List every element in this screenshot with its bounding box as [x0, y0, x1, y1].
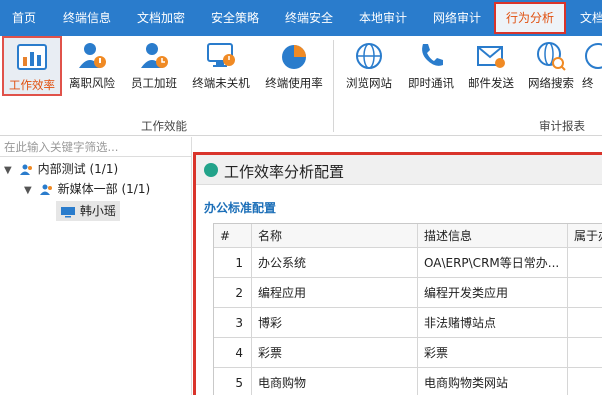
tree-label: 内部测试 (1/1) [37, 162, 119, 176]
ribbon-toolbar: 工作效率 离职风险 员工加班 终端未关机 终端使用率 浏览网站 即时通讯 邮件发… [0, 36, 602, 136]
bar-chart-icon [17, 44, 47, 70]
left-tree-panel: 在此输入关键字筛选... ▼ 内部测试 (1/1) ▼ 新媒体一部 (1/1) … [0, 137, 192, 395]
globe-search-icon [537, 42, 566, 71]
cell-name: 博彩 [252, 308, 418, 338]
terminal-usage-label: 终端使用率 [265, 76, 323, 90]
menu-local-audit[interactable]: 本地审计 [359, 0, 407, 36]
cell-name: 彩票 [252, 338, 418, 368]
menu-security-policy[interactable]: 安全策略 [211, 0, 259, 36]
chevron-down-icon[interactable]: ▼ [4, 161, 16, 181]
cell-name: 电商购物 [252, 368, 418, 395]
phone-icon [422, 44, 443, 66]
cell-belongs[interactable] [568, 308, 602, 338]
user-clock-icon [141, 43, 168, 68]
tree-label: 新媒体一部 (1/1) [57, 182, 151, 196]
group-users-icon [19, 164, 32, 175]
col-header-description[interactable]: 描述信息 [418, 224, 568, 248]
cell-description: 彩票 [418, 338, 568, 368]
terminal-label: 终 [582, 76, 594, 90]
overtime-label: 员工加班 [131, 76, 177, 90]
ribbon-group-separator [333, 40, 334, 132]
menu-network-audit[interactable]: 网络审计 [433, 0, 481, 36]
tree-node-han-xiaoyao[interactable]: 韩小瑶 [56, 201, 120, 221]
resignation-risk-label: 离职风险 [69, 76, 115, 90]
cell-belongs[interactable] [568, 338, 602, 368]
cell-belongs[interactable] [568, 278, 602, 308]
tree-label: 韩小瑶 [79, 204, 116, 218]
cell-description: 电商购物类网站 [418, 368, 568, 395]
terminal-icon [585, 43, 602, 69]
menu-home[interactable]: 首页 [12, 0, 36, 36]
cell-name: 编程应用 [252, 278, 418, 308]
efficiency-config-dialog: 工作效率分析配置 办公标准配置 # 名称 描述信息 属于办 1 办公系统 OA\… [193, 152, 602, 395]
cell-description: 非法赌博站点 [418, 308, 568, 338]
top-menu-bar: 首页 终端信息 文档加密 安全策略 终端安全 本地审计 网络审计 行为分析 文档 [0, 0, 602, 36]
terminal-button-partial[interactable]: 终 [582, 36, 602, 96]
web-search-label: 网络搜索 [528, 76, 574, 90]
menu-doc-encryption[interactable]: 文档加密 [137, 0, 185, 36]
dialog-title-bar[interactable]: 工作效率分析配置 [196, 155, 602, 185]
work-efficiency-label: 工作效率 [9, 78, 55, 92]
col-header-belongs[interactable]: 属于办 [568, 224, 602, 248]
tree-node-internal-test[interactable]: ▼ 内部测试 (1/1) [4, 159, 118, 179]
terminal-not-shutdown-button[interactable]: 终端未关机 [186, 36, 256, 96]
cell-index: 4 [214, 338, 252, 368]
user-warning-icon [79, 43, 106, 68]
section-heading: 办公标准配置 [204, 201, 277, 215]
browse-web-label: 浏览网站 [346, 76, 392, 90]
instant-messaging-label: 即时通讯 [408, 76, 454, 90]
monitor-power-icon [207, 43, 235, 67]
filter-search-input[interactable]: 在此输入关键字筛选... [0, 137, 192, 157]
chevron-down-icon[interactable]: ▼ [24, 181, 36, 201]
cell-description: OA\ERP\CRM等日常办... [418, 248, 568, 278]
menu-terminal-security[interactable]: 终端安全 [285, 0, 333, 36]
globe-icon [356, 43, 382, 69]
mail-send-icon [477, 46, 505, 68]
col-header-index[interactable]: # [214, 224, 252, 248]
dialog-title: 工作效率分析配置 [224, 163, 345, 181]
menu-behavior-analysis[interactable]: 行为分析 [494, 2, 567, 34]
terminal-not-shutdown-label: 终端未关机 [192, 76, 250, 90]
overtime-button[interactable]: 员工加班 [124, 36, 184, 96]
computer-icon [61, 206, 75, 217]
menu-terminal-info[interactable]: 终端信息 [63, 0, 111, 36]
group-users-icon [39, 184, 52, 195]
menu-documents[interactable]: 文档 [580, 0, 602, 36]
app-logo-icon [204, 163, 218, 177]
terminal-usage-button[interactable]: 终端使用率 [258, 36, 330, 96]
cell-belongs[interactable] [568, 368, 602, 395]
app-window: 首页 终端信息 文档加密 安全策略 终端安全 本地审计 网络审计 行为分析 文档… [0, 0, 602, 395]
resignation-risk-button[interactable]: 离职风险 [64, 36, 120, 96]
cell-index: 1 [214, 248, 252, 278]
pie-chart-icon [282, 45, 306, 69]
email-send-button[interactable]: 邮件发送 [462, 36, 520, 96]
cell-index: 3 [214, 308, 252, 338]
work-efficiency-button[interactable]: 工作效率 [2, 36, 62, 96]
cell-belongs[interactable] [568, 248, 602, 278]
group-label-audit-reports: 审计报表 [539, 119, 585, 133]
cell-index: 5 [214, 368, 252, 395]
cell-name: 办公系统 [252, 248, 418, 278]
browse-web-button[interactable]: 浏览网站 [340, 36, 398, 96]
category-table: # 名称 描述信息 属于办 1 办公系统 OA\ERP\CRM等日常办... 2… [213, 223, 602, 395]
email-send-label: 邮件发送 [468, 76, 514, 90]
group-label-work-efficacy: 工作效能 [141, 119, 187, 133]
instant-messaging-button[interactable]: 即时通讯 [402, 36, 460, 96]
cell-index: 2 [214, 278, 252, 308]
tree-node-new-media[interactable]: ▼ 新媒体一部 (1/1) [24, 179, 150, 199]
cell-description: 编程开发类应用 [418, 278, 568, 308]
col-header-name[interactable]: 名称 [252, 224, 418, 248]
web-search-button[interactable]: 网络搜索 [522, 36, 580, 96]
